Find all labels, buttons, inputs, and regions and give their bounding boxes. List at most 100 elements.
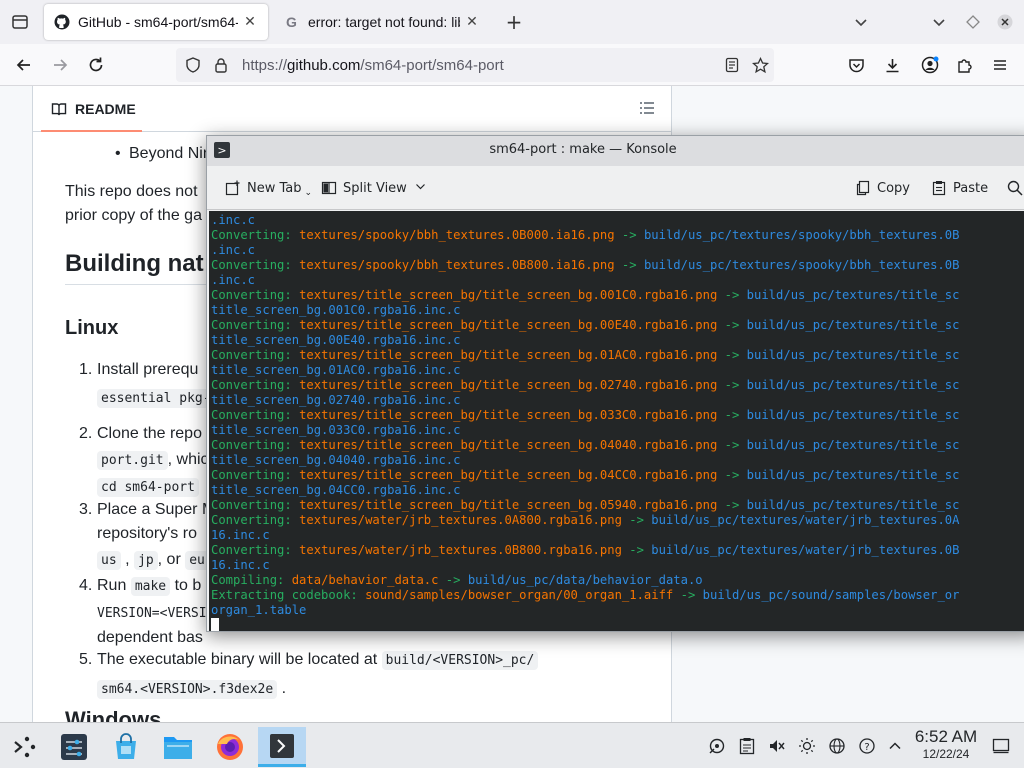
terminal-line: Converting: textures/title_screen_bg/tit… <box>211 288 1024 303</box>
store-bag-icon <box>116 733 136 759</box>
firefox-task[interactable] <box>206 727 254 767</box>
terminal-line: .inc.c <box>211 273 1024 288</box>
konsole-toolbar: New Tab ⌄ Split View Copy Paste <box>207 166 1024 210</box>
url-text[interactable]: https://github.com/sm64-port/sm64-port <box>242 57 718 74</box>
terminal-line: title_screen_bg.00E40.rgba16.inc.c <box>211 333 1024 348</box>
close-icon[interactable]: ✕ <box>242 14 258 30</box>
terminal-text-segment: build/us_pc/textures/spooky/bbh_textures… <box>643 258 960 272</box>
reload-button[interactable] <box>82 52 110 78</box>
chevron-down-icon <box>415 181 426 196</box>
terminal-text-segment: textures/title_screen_bg/title_screen_bg… <box>299 378 718 392</box>
terminal-text-segment: -> <box>621 513 652 527</box>
account-button[interactable] <box>916 52 944 78</box>
outline-list-icon[interactable] <box>639 100 655 119</box>
maximize-icon[interactable] <box>962 10 984 34</box>
shield-icon[interactable] <box>182 57 204 73</box>
url-bar[interactable]: https://github.com/sm64-port/sm64-port <box>176 48 774 82</box>
discover-task[interactable] <box>102 727 150 767</box>
paste-button[interactable]: Paste <box>931 176 988 200</box>
arrow-right-icon <box>54 59 68 71</box>
search-icon <box>1007 180 1023 196</box>
forward-button[interactable] <box>46 52 74 78</box>
show-desktop-icon[interactable] <box>990 735 1012 757</box>
new-tab-button[interactable]: New Tab ⌄ <box>225 176 312 200</box>
chevron-down-icon[interactable] <box>850 10 872 34</box>
terminal-line: Converting: textures/title_screen_bg/tit… <box>211 408 1024 423</box>
konsole-titlebar[interactable]: > sm64-port : make — Konsole <box>207 136 1024 166</box>
tab-google-search[interactable]: G error: target not found: lib ✕ <box>274 4 490 40</box>
reload-icon <box>89 57 103 72</box>
terminal-text-segment: -> <box>438 573 468 587</box>
chevron-down-icon[interactable] <box>928 10 950 34</box>
clock-date: 12/22/24 <box>922 747 970 761</box>
application-launcher[interactable] <box>0 727 48 767</box>
terminal-line: Converting: textures/spooky/bbh_textures… <box>211 258 1024 273</box>
terminal-text-segment: Converting: <box>211 318 300 332</box>
new-tab-button[interactable]: + <box>500 10 528 34</box>
menu-button[interactable] <box>986 52 1014 78</box>
split-view-button[interactable]: Split View <box>321 176 426 200</box>
extensions-button[interactable] <box>950 52 978 78</box>
terminal-line: title_screen_bg.02740.rgba16.inc.c <box>211 393 1024 408</box>
file-manager-task[interactable] <box>154 727 202 767</box>
terminal-text-segment: textures/title_screen_bg/title_screen_bg… <box>299 348 718 362</box>
reader-view-icon[interactable] <box>718 57 746 73</box>
konsole-task[interactable] <box>258 727 306 767</box>
terminal-text-segment: build/us_pc/textures/title_sc <box>746 378 960 392</box>
clipboard-icon[interactable] <box>736 735 758 757</box>
terminal-line: title_screen_bg.04CC0.rgba16.inc.c <box>211 483 1024 498</box>
terminal-icon <box>270 733 294 758</box>
terminal-text-segment: textures/title_screen_bg/title_screen_bg… <box>299 288 718 302</box>
downloads-button[interactable] <box>878 52 906 78</box>
readme-header: README <box>33 86 671 132</box>
terminal-text-segment: .inc.c <box>211 273 256 287</box>
terminal-prompt-line <box>211 618 1024 631</box>
chevron-up-icon[interactable] <box>884 735 906 757</box>
readme-tab[interactable]: README <box>41 86 142 132</box>
folder-icon <box>164 737 192 759</box>
launcher-icon <box>14 736 36 758</box>
terminal-text-segment: -> <box>717 438 747 452</box>
terminal-text-segment: Converting: <box>211 228 300 242</box>
terminal-text-segment: title_screen_bg.001C0.rgba16.inc.c <box>211 303 461 317</box>
lock-icon[interactable] <box>210 57 232 73</box>
terminal-text-segment: build/us_pc/textures/title_sc <box>746 408 960 422</box>
pocket-button[interactable] <box>842 52 870 78</box>
network-settings-icon[interactable] <box>706 735 728 757</box>
terminal-text-segment: -> <box>673 588 703 602</box>
svg-text:?: ? <box>864 742 869 753</box>
tab-list-button[interactable] <box>8 10 32 34</box>
terminal-text-segment: .inc.c <box>211 213 256 227</box>
clock[interactable]: 6:52 AM 12/22/24 <box>906 727 986 761</box>
terminal-text-segment: sound/samples/bowser_organ/00_organ_1.ai… <box>365 588 674 602</box>
close-icon[interactable]: ✕ <box>464 14 480 30</box>
readme-tab-label: README <box>75 100 136 117</box>
network-globe-icon[interactable] <box>826 735 848 757</box>
terminal-text-segment: build/us_pc/textures/spooky/bbh_textures… <box>643 228 960 242</box>
svg-text:G: G <box>286 14 297 30</box>
new-tab-icon <box>225 180 241 196</box>
terminal-output[interactable]: .inc.c Converting: textures/spooky/bbh_te… <box>209 211 1024 631</box>
terminal-text-segment: title_screen_bg.04040.rgba16.inc.c <box>211 453 461 467</box>
help-icon[interactable]: ? <box>856 735 878 757</box>
copy-button[interactable]: Copy <box>855 176 910 200</box>
search-button[interactable] <box>1007 176 1024 200</box>
bookmark-star-icon[interactable] <box>746 56 774 74</box>
terminal-text-segment: build/us_pc/sound/samples/bowser_or <box>702 588 960 602</box>
terminal-text-segment: Converting: <box>211 468 300 482</box>
download-icon <box>886 58 898 72</box>
back-button[interactable] <box>10 52 38 78</box>
terminal-line: Compiling: data/behavior_data.c -> build… <box>211 573 1024 588</box>
volume-muted-icon[interactable] <box>766 735 788 757</box>
system-settings-task[interactable] <box>50 727 98 767</box>
terminal-text-segment: build/us_pc/textures/title_sc <box>746 438 960 452</box>
tab-github[interactable]: GitHub - sm64-port/sm64- ✕ <box>44 4 268 40</box>
puzzle-icon <box>957 58 972 73</box>
terminal-text-segment: build/us_pc/textures/water/jrb_textures.… <box>651 513 960 527</box>
terminal-text-segment: Converting: <box>211 438 300 452</box>
konsole-window[interactable]: > sm64-port : make — Konsole New Tab ⌄ S… <box>206 135 1024 632</box>
brightness-icon[interactable] <box>796 735 818 757</box>
list-item: 5. The executable binary will be located… <box>79 648 617 702</box>
close-window-icon[interactable] <box>994 10 1016 34</box>
terminal-text-segment: Converting: <box>211 543 300 557</box>
